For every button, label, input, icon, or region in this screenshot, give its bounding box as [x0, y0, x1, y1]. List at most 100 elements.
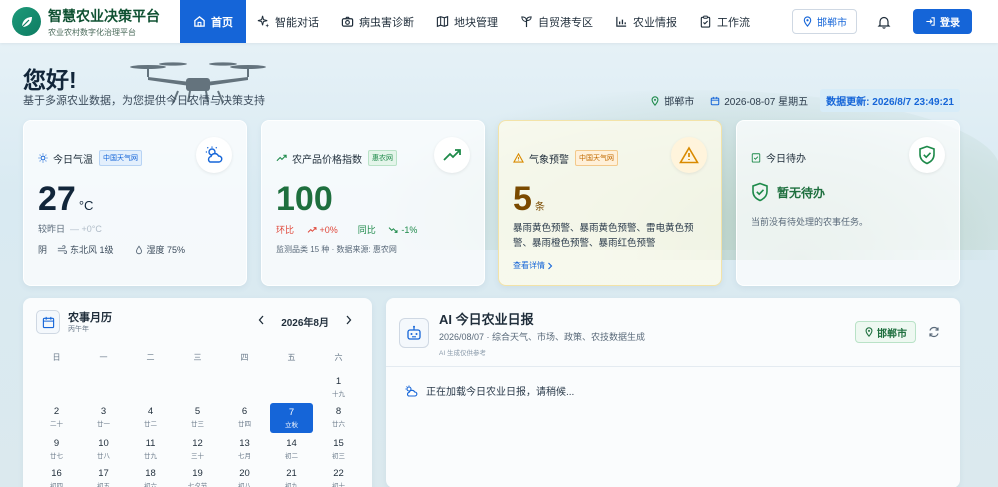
temperature-unit: °C	[78, 198, 94, 213]
wind-icon	[57, 244, 68, 254]
current-month: 2026年8月	[281, 318, 329, 329]
calendar-day-today[interactable]: 7 立秋	[270, 403, 313, 433]
calendar-day[interactable]: 14 初二	[268, 434, 315, 464]
robot-icon	[399, 318, 429, 348]
nav-chat[interactable]: 智能对话	[246, 0, 330, 43]
notification-button[interactable]	[877, 15, 891, 29]
lunar-date: 初六	[144, 483, 157, 487]
next-month-button[interactable]	[345, 315, 352, 328]
calendar-week: 1 十九	[33, 372, 363, 402]
view-details-link[interactable]: 查看详情	[513, 260, 553, 271]
hero-city: 邯郸市	[650, 93, 694, 108]
day-number: 12	[192, 438, 203, 449]
weekday-label: 一	[99, 353, 108, 362]
day-number: 21	[286, 468, 297, 479]
calendar-day[interactable]: 2 二十	[33, 402, 80, 432]
calendar-day[interactable]: 4 廿二	[127, 402, 174, 432]
plant-icon	[521, 16, 532, 28]
todo-card[interactable]: 今日待办 暂无待办 当前没有待处理的农事任务。	[736, 120, 960, 286]
day-number: 4	[147, 406, 154, 417]
source-tag: 中国天气网	[99, 150, 142, 166]
day-number: 14	[286, 438, 297, 449]
lunar-date: 立秋	[285, 422, 298, 429]
chevron-right-icon	[346, 315, 352, 325]
calendar-day[interactable]: 19 七夕节	[174, 464, 221, 487]
sun-icon	[38, 153, 48, 163]
source-tag: 中国天气网	[575, 150, 618, 166]
weekday-header: 日一二三四五六	[33, 352, 363, 372]
calendar-icon	[36, 310, 60, 334]
ai-report-meta: 2026/08/07 · 综合天气、市场、政策、农技数据生成	[439, 332, 646, 342]
prev-month-button[interactable]	[258, 315, 265, 328]
nav-ftz[interactable]: 自贸港专区	[509, 0, 604, 43]
price-changes: 环比 +0% 同比 -1%	[276, 223, 437, 236]
weather-alert-card[interactable]: 气象预警 中国天气网 5条 暴雨黄色预警、暴雨黄色预警、雷电黄色预警、暴雨橙色预…	[498, 120, 722, 286]
nav-workflow[interactable]: 工作流	[688, 0, 761, 43]
day-number: 18	[145, 468, 156, 479]
calendar-day[interactable]: 5 廿三	[174, 402, 221, 432]
day-number: 3	[100, 406, 107, 417]
ring-value: +0%	[319, 224, 338, 235]
price-footer: 监测品类 15 种 · 数据来源: 惠农网	[276, 245, 397, 254]
todo-title: 今日待办	[766, 154, 806, 165]
lunar-date: 廿三	[191, 421, 204, 428]
calendar-day-empty	[33, 372, 80, 402]
compare-value: — +0°C	[70, 224, 102, 234]
calendar-day[interactable]: 16 初四	[33, 464, 80, 487]
warning-icon	[513, 153, 524, 163]
day-number: 17	[98, 468, 109, 479]
calendar-day[interactable]: 17 初五	[80, 464, 127, 487]
location-pin-icon	[865, 327, 873, 337]
price-index-card[interactable]: 农产品价格指数 惠农网 100 环比 +0% 同比 -1% 监测品类 15 种 …	[261, 120, 485, 286]
calendar-day[interactable]: 11 廿九	[127, 434, 174, 464]
calendar-day[interactable]: 10 廿八	[80, 434, 127, 464]
data-update-badge: 数据更新: 2026/8/7 23:49:21	[820, 89, 960, 112]
farming-calendar: 农事月历 丙午年 2026年8月 日 一 二 三 四 五 六 1 十九 2 二十 3 廿一 4 廿二 5 廿三 6…	[23, 298, 372, 487]
calendar-day[interactable]: 9 廿七	[33, 434, 80, 464]
calendar-day[interactable]: 3 廿一	[80, 402, 127, 432]
day-number: 10	[98, 438, 109, 449]
calendar-day[interactable]: 15 初三	[315, 434, 362, 464]
day-number: 20	[239, 468, 250, 479]
calendar-day[interactable]: 20 初八	[221, 464, 268, 487]
calendar-week: 16 初四 17 初五 18 初六 19 七夕节 20 初八 21 初九 22 初十	[33, 464, 363, 487]
ai-city-label: 邯郸市	[877, 328, 907, 340]
weekday-label: 日	[52, 353, 61, 362]
day-number: 5	[194, 406, 201, 417]
lunar-date: 廿六	[332, 421, 345, 428]
calendar-grid: 日 一 二 三 四 五 六 1 十九 2 二十 3 廿一 4 廿二 5 廿三 6 廿四 7 立秋 8 廿六 9 廿七 10 廿八 11…	[33, 352, 363, 487]
login-button[interactable]: 登录	[913, 9, 972, 34]
calendar-day[interactable]: 22 初十	[315, 464, 362, 487]
calendar-day[interactable]: 1 十九	[315, 372, 362, 402]
brand-title: 智慧农业决策平台	[48, 7, 160, 24]
calendar-day[interactable]: 8 廿六	[315, 402, 362, 432]
brand-subtitle: 农业农村数字化治理平台	[48, 27, 136, 37]
nav-diagnosis[interactable]: 病虫害诊断	[330, 0, 425, 43]
weather-condition: 阴	[38, 245, 48, 255]
calendar-day[interactable]: 13 七月	[221, 434, 268, 464]
refresh-icon	[929, 326, 939, 338]
refresh-button[interactable]	[928, 326, 940, 338]
ai-report-note: AI 生成仅供参考	[439, 350, 486, 357]
camera-icon	[341, 16, 354, 27]
calendar-day[interactable]: 21 初九	[268, 464, 315, 487]
brand[interactable]: 智慧农业决策平台 农业农村数字化治理平台	[0, 6, 180, 38]
nav-home[interactable]: 首页	[180, 0, 246, 43]
calendar-day[interactable]: 12 三十	[174, 434, 221, 464]
weather-details: 阴 东北风 1级 湿度 75%	[38, 243, 205, 256]
nav-plots[interactable]: 地块管理	[425, 0, 509, 43]
view-details-label: 查看详情	[513, 261, 545, 270]
chevron-right-icon	[548, 262, 553, 269]
calendar-day[interactable]: 18 初六	[127, 464, 174, 487]
lunar-date: 初五	[97, 483, 110, 487]
ai-city-selector[interactable]: 邯郸市	[855, 321, 916, 343]
calendar-day[interactable]: 6 廿四	[221, 402, 268, 432]
day-number: 15	[333, 438, 344, 449]
alert-list: 暴雨黄色预警、暴雨黄色预警、雷电黄色预警、暴雨橙色预警、暴雨红色预警	[513, 223, 694, 249]
bell-icon	[877, 16, 891, 29]
nav-intel[interactable]: 农业情报	[604, 0, 688, 43]
hero-subtitle: 基于多源农业数据，为您提供今日农情与决策支持	[23, 95, 265, 107]
city-selector[interactable]: 邯郸市	[792, 9, 857, 34]
weather-card[interactable]: 今日气温 中国天气网 27 °C 较昨日 — +0°C 阴 东北风 1级 湿度 7…	[23, 120, 247, 286]
location-pin-icon	[651, 95, 659, 106]
